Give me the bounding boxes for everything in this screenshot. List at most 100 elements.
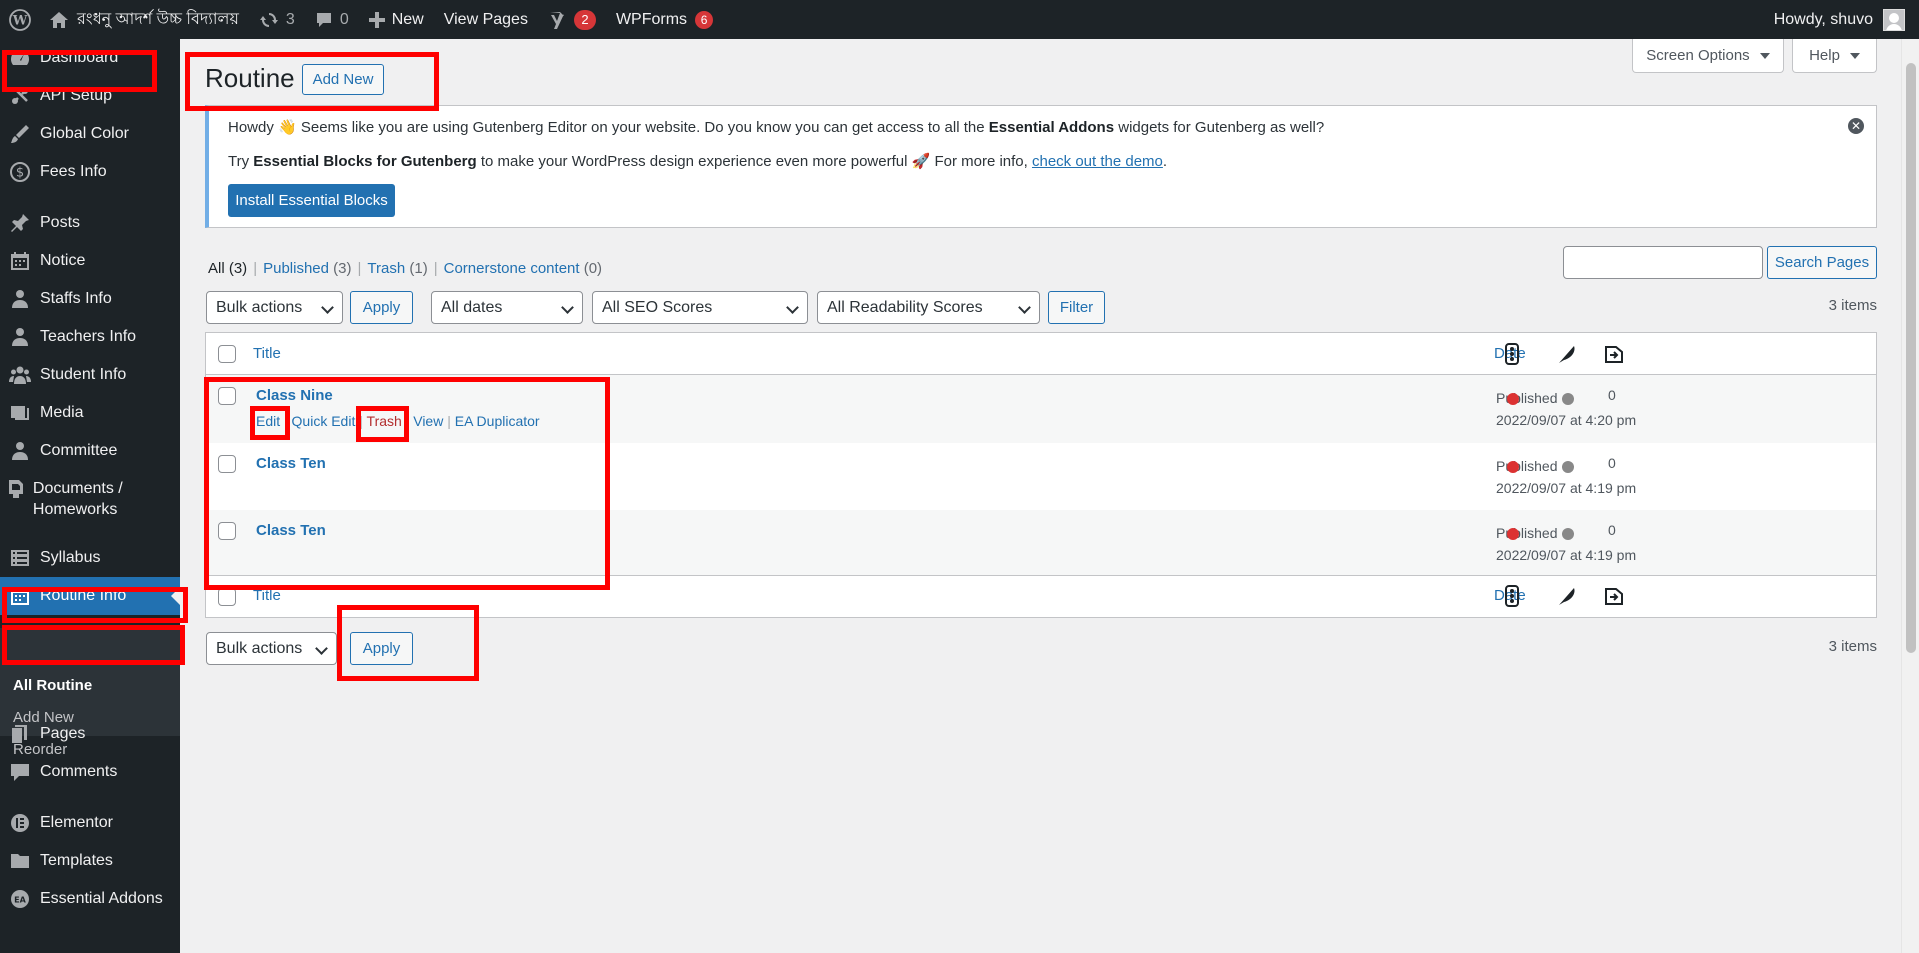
readability-score-dot <box>1562 528 1574 540</box>
select-all-checkbox[interactable] <box>218 345 236 363</box>
ea-duplicator-link[interactable]: EA Duplicator <box>455 413 540 429</box>
readability-score-icon <box>1559 588 1575 605</box>
quick-edit-link[interactable]: Quick Edit <box>292 413 356 429</box>
routine-table: Title Date Class Nine Edit | Quick Edit … <box>205 332 1877 618</box>
view-pages-label: View Pages <box>443 10 528 28</box>
separator: | <box>359 413 363 429</box>
sidebar-item-posts[interactable]: Posts <box>0 204 180 242</box>
sidebar-item-essential-addons[interactable]: EA Essential Addons <box>0 880 180 918</box>
new-label: New <box>391 10 424 28</box>
page-scrollbar[interactable] <box>1901 39 1919 953</box>
row-title-link[interactable]: Class Ten <box>256 455 326 472</box>
view-pages-link[interactable]: View Pages <box>434 0 538 39</box>
sidebar-item-api-setup[interactable]: API Setup <box>0 77 180 115</box>
view-cornerstone[interactable]: Cornerstone content (0) <box>444 260 602 277</box>
sidebar-item-pages[interactable]: Pages <box>0 715 180 753</box>
yoast-seo-link[interactable]: 2 <box>538 0 606 39</box>
dismiss-close-icon[interactable]: ✕ <box>1848 118 1864 134</box>
sidebar-item-documents-homeworks[interactable]: Documents / Homeworks <box>0 470 180 528</box>
submenu-all-routine[interactable]: All Routine <box>13 677 92 694</box>
trash-link[interactable]: Trash <box>367 413 402 429</box>
updates-link[interactable]: 3 <box>249 0 305 39</box>
filter-button[interactable]: Filter <box>1048 291 1105 324</box>
help-label: Help <box>1809 47 1840 64</box>
sidebar-item-elementor[interactable]: Elementor <box>0 804 180 842</box>
sidebar-item-committee[interactable]: Committee <box>0 432 180 470</box>
internal-links-count: 0 <box>1608 387 1616 403</box>
bulk-actions-value: Bulk actions <box>216 639 303 657</box>
row-title-link[interactable]: Class Ten <box>256 522 326 539</box>
readability-score-icon <box>1559 346 1575 363</box>
api-icon <box>0 85 40 107</box>
view-all-count: (3) <box>228 260 248 277</box>
screen-options-button[interactable]: Screen Options <box>1632 39 1784 73</box>
search-input[interactable] <box>1563 246 1763 279</box>
sidebar-item-label: Essential Addons <box>40 890 163 907</box>
color-brush-icon <box>0 123 40 145</box>
yoast-badge: 2 <box>573 9 596 30</box>
wpforms-link[interactable]: WPForms 6 <box>606 0 723 39</box>
row-checkbox[interactable] <box>218 387 236 405</box>
internal-links-icon <box>1605 346 1623 363</box>
sidebar-item-comments[interactable]: Comments <box>0 753 180 791</box>
caret-down-icon <box>1849 52 1860 59</box>
title-column-header[interactable]: Title <box>253 345 281 362</box>
notice-text: Try <box>228 153 254 170</box>
view-all[interactable]: All (3) <box>208 260 247 277</box>
seo-value: All SEO Scores <box>602 298 713 316</box>
sidebar-item-dashboard[interactable]: Dashboard <box>0 39 180 77</box>
sidebar-item-syllabus[interactable]: Syllabus <box>0 539 180 577</box>
sidebar-item-global-color[interactable]: Global Color <box>0 115 180 153</box>
new-content-link[interactable]: New <box>359 0 434 39</box>
row-checkbox[interactable] <box>218 455 236 473</box>
sidebar-item-label: Global Color <box>40 125 129 142</box>
view-trash-count: (1) <box>409 260 428 277</box>
view-published[interactable]: Published (3) <box>263 260 351 277</box>
sidebar-item-templates[interactable]: Templates <box>0 842 180 880</box>
edit-link[interactable]: Edit <box>256 413 280 429</box>
bulk-actions-select-bottom[interactable]: Bulk actions <box>206 632 337 665</box>
site-name-link[interactable]: রংধনু আদর্শ উচ্চ বিদ্যালয় <box>39 0 249 39</box>
search-pages-button[interactable]: Search Pages <box>1767 246 1877 279</box>
sidebar-item-staffs-info[interactable]: Staffs Info <box>0 280 180 318</box>
help-button[interactable]: Help <box>1792 39 1877 73</box>
svg-text:EA: EA <box>14 896 26 905</box>
sidebar-item-student-info[interactable]: Student Info <box>0 356 180 394</box>
view-link[interactable]: View <box>413 413 443 429</box>
separator: | <box>447 413 451 429</box>
bulk-actions-select-top[interactable]: Bulk actions <box>206 291 343 324</box>
apply-button-top[interactable]: Apply <box>350 291 413 324</box>
dashboard-icon <box>0 47 40 69</box>
row-title-link[interactable]: Class Nine <box>256 387 333 404</box>
chevron-down-icon <box>561 301 574 314</box>
readability-scores-select[interactable]: All Readability Scores <box>817 291 1040 324</box>
demo-link[interactable]: check out the demo <box>1032 153 1163 170</box>
my-account[interactable]: Howdy, shuvo <box>1774 8 1919 31</box>
select-all-checkbox-bottom[interactable] <box>218 588 236 606</box>
install-essential-blocks-button[interactable]: Install Essential Blocks <box>228 184 395 217</box>
comments-link[interactable]: 0 <box>305 0 359 39</box>
sidebar-item-media[interactable]: Media <box>0 394 180 432</box>
notice-bold: Essential Blocks for Gutenberg <box>253 153 477 170</box>
readability-value: All Readability Scores <box>827 298 983 316</box>
dates-filter-select[interactable]: All dates <box>431 291 583 324</box>
seo-score-icon <box>1505 343 1519 365</box>
view-published-label: Published <box>263 260 329 277</box>
document-icon <box>0 478 33 500</box>
view-trash[interactable]: Trash (1) <box>367 260 427 277</box>
folder-icon <box>0 850 40 872</box>
apply-button-bottom[interactable]: Apply <box>350 632 413 665</box>
scrollbar-thumb[interactable] <box>1906 63 1916 653</box>
seo-scores-select[interactable]: All SEO Scores <box>592 291 808 324</box>
dates-value: All dates <box>441 298 503 316</box>
title-column-footer[interactable]: Title <box>253 587 281 604</box>
sidebar-item-fees-info[interactable]: $ Fees Info <box>0 153 180 191</box>
wpforms-label: WPForms <box>615 10 688 28</box>
sidebar-item-routine-info[interactable]: Routine Info <box>0 577 180 615</box>
add-new-button[interactable]: Add New <box>302 64 384 95</box>
row-checkbox[interactable] <box>218 522 236 540</box>
sidebar-item-notice[interactable]: Notice <box>0 242 180 280</box>
wordpress-logo-icon[interactable]: W <box>0 0 39 39</box>
essential-addons-notice: Howdy 👋 Seems like you are using Gutenbe… <box>205 105 1877 228</box>
sidebar-item-teachers-info[interactable]: Teachers Info <box>0 318 180 356</box>
